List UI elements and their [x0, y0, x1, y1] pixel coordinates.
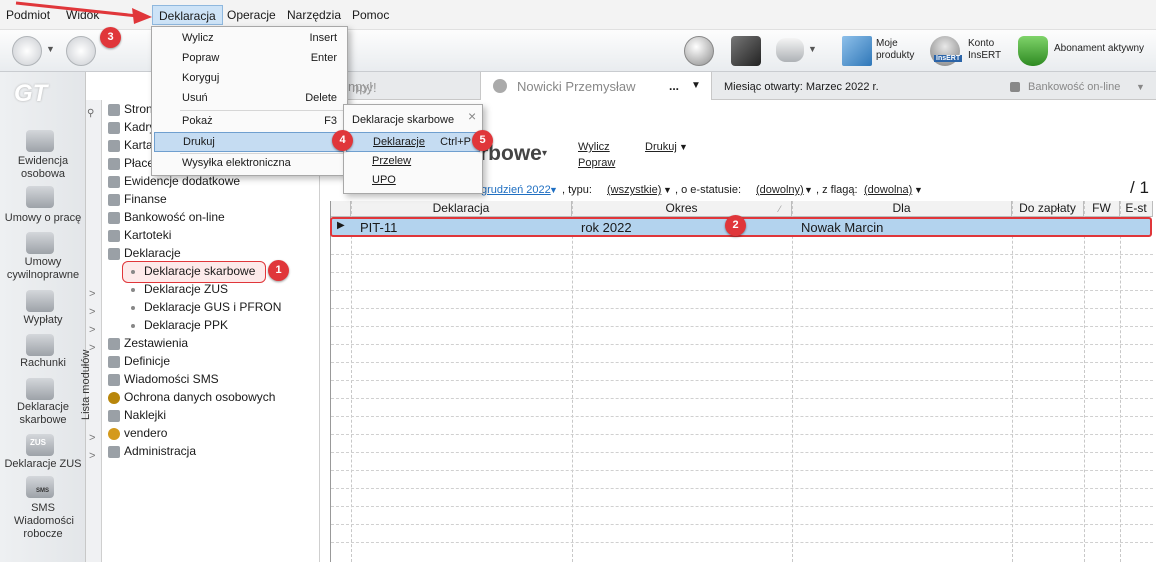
step-badge-3: 3 [100, 27, 121, 48]
annotation-arrow [15, 1, 152, 24]
step-badge-1: 1 [268, 260, 289, 281]
step-badge-2: 2 [725, 215, 746, 236]
step-badge-5: 5 [472, 130, 493, 151]
step-badge-4: 4 [332, 130, 353, 151]
